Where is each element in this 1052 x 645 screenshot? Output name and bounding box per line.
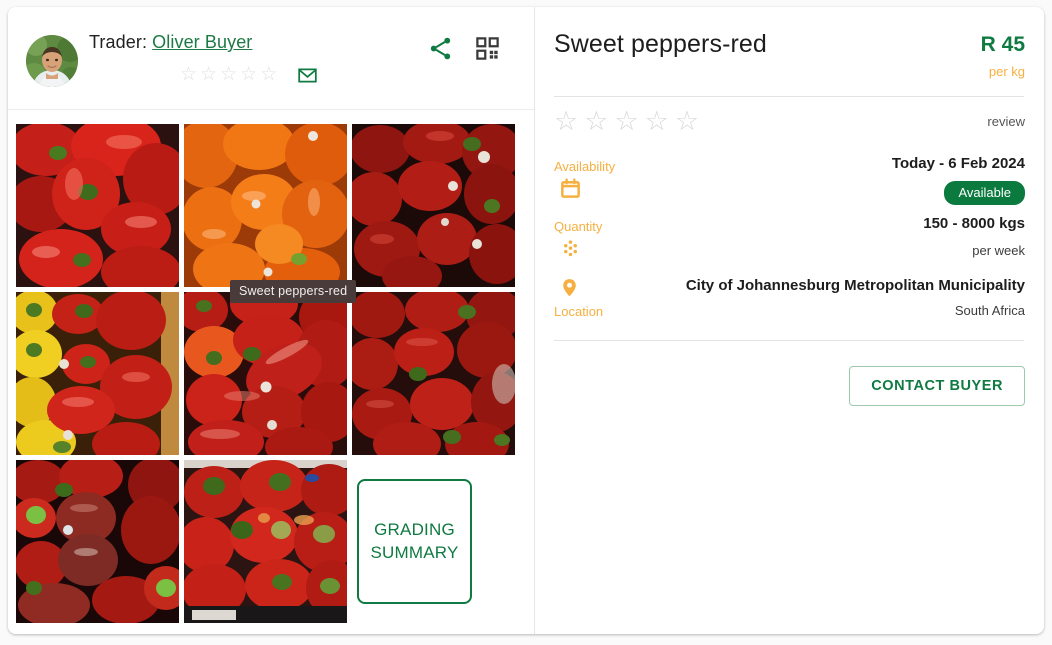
image-gallery: GRADING SUMMARY bbox=[16, 124, 528, 628]
star-icon[interactable]: ☆ bbox=[584, 108, 608, 135]
thumb-orange-peppers[interactable] bbox=[184, 124, 347, 287]
contact-buyer-button[interactable]: CONTACT BUYER bbox=[849, 366, 1025, 406]
star-icon[interactable]: ☆ bbox=[675, 108, 699, 135]
listing-card: Trader: Oliver Buyer ☆ ☆ ☆ ☆ ☆ GRADING S… bbox=[8, 7, 1044, 634]
gallery-row: GRADING SUMMARY bbox=[16, 460, 528, 623]
grading-summary-line2: SUMMARY bbox=[370, 542, 459, 562]
grading-summary-card[interactable]: GRADING SUMMARY bbox=[357, 479, 472, 604]
availability-label: Availability bbox=[554, 159, 616, 174]
product-rating[interactable]: ☆ ☆ ☆ ☆ ☆ bbox=[554, 108, 699, 135]
grading-summary-line1: GRADING bbox=[374, 519, 455, 539]
star-icon[interactable]: ☆ bbox=[554, 108, 578, 135]
thumb-red-peppers-3[interactable] bbox=[16, 460, 179, 623]
star-icon[interactable]: ☆ bbox=[200, 65, 217, 84]
thumb-red-peppers-2[interactable] bbox=[184, 292, 347, 455]
divider-bottom bbox=[554, 340, 1024, 341]
calendar-icon bbox=[559, 177, 582, 205]
mail-icon[interactable] bbox=[297, 65, 318, 86]
quantity-value: 150 - 8000 kgs bbox=[923, 215, 1025, 232]
trader-name-link[interactable]: Oliver Buyer bbox=[152, 32, 252, 52]
star-icon[interactable]: ☆ bbox=[645, 108, 669, 135]
map-pin-icon bbox=[559, 277, 580, 303]
trader-rating[interactable]: ☆ ☆ ☆ ☆ ☆ bbox=[180, 65, 277, 84]
location-sub: South Africa bbox=[954, 303, 1025, 318]
avatar[interactable] bbox=[26, 35, 78, 87]
qr-code-icon[interactable] bbox=[474, 35, 501, 62]
availability-value: Today - 6 Feb 2024 bbox=[891, 155, 1025, 172]
trader-label: Trader: bbox=[89, 32, 148, 52]
thumb-red-peppers-4[interactable] bbox=[184, 460, 347, 623]
product-detail-panel: Sweet peppers-red R 45 per kg ☆ ☆ ☆ ☆ ☆ … bbox=[535, 7, 1044, 634]
price-value: R 45 bbox=[980, 33, 1025, 56]
image-tooltip: Sweet peppers-red bbox=[230, 280, 357, 303]
location-label: Location bbox=[554, 304, 604, 319]
share-icon[interactable] bbox=[427, 35, 454, 62]
review-label: review bbox=[987, 114, 1025, 129]
page-background: Trader: Oliver Buyer ☆ ☆ ☆ ☆ ☆ GRADING S… bbox=[0, 0, 1052, 645]
thumb-dark-red-peppers-1[interactable] bbox=[352, 124, 515, 287]
grain-dots-icon bbox=[561, 239, 580, 263]
star-icon[interactable]: ☆ bbox=[240, 65, 257, 84]
trader-header: Trader: Oliver Buyer ☆ ☆ ☆ ☆ ☆ bbox=[8, 7, 534, 110]
star-icon[interactable]: ☆ bbox=[260, 65, 277, 84]
location-value: City of Johannesburg Metropolitan Munici… bbox=[685, 277, 1025, 294]
status-badge[interactable]: Available bbox=[944, 181, 1025, 205]
star-icon[interactable]: ☆ bbox=[614, 108, 638, 135]
divider-top bbox=[554, 96, 1024, 97]
gallery-panel: Trader: Oliver Buyer ☆ ☆ ☆ ☆ ☆ GRADING S… bbox=[8, 7, 535, 634]
price-unit: per kg bbox=[988, 64, 1025, 79]
gallery-row bbox=[16, 124, 528, 287]
star-icon[interactable]: ☆ bbox=[180, 65, 197, 84]
page-title: Sweet peppers-red bbox=[554, 30, 767, 58]
thumb-dark-red-peppers-2[interactable] bbox=[352, 292, 515, 455]
quantity-sub: per week bbox=[972, 243, 1025, 258]
quantity-label: Quantity bbox=[554, 219, 603, 234]
trader-line: Trader: Oliver Buyer bbox=[89, 32, 252, 53]
thumb-yellow-red-peppers[interactable] bbox=[16, 292, 179, 455]
thumb-red-peppers-1[interactable] bbox=[16, 124, 179, 287]
gallery-row bbox=[16, 292, 528, 455]
star-icon[interactable]: ☆ bbox=[220, 65, 237, 84]
